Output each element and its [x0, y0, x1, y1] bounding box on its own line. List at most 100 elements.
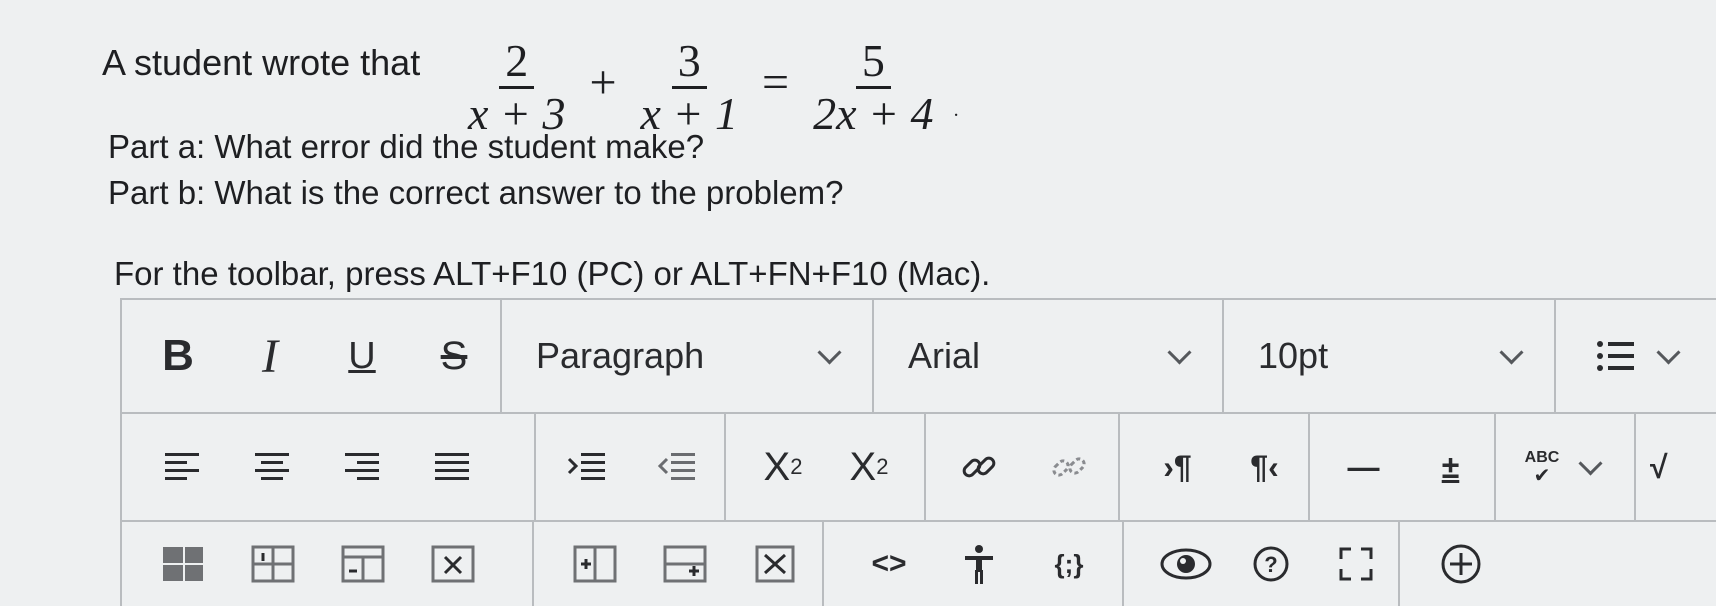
remove-link-button[interactable] — [1024, 414, 1114, 520]
link-icon — [962, 456, 996, 478]
chevron-down-icon[interactable] — [1656, 339, 1681, 365]
font-size-select-value: 10pt — [1258, 335, 1329, 376]
chevron-down-icon[interactable] — [1578, 450, 1603, 476]
table-col-insert-button[interactable] — [318, 522, 408, 606]
fullscreen-button[interactable] — [1313, 522, 1398, 606]
part-a: Part a: What error did the student make? — [108, 128, 705, 165]
italic-button[interactable]: I — [224, 300, 316, 412]
table-add-row-button[interactable] — [640, 522, 730, 606]
check-icon: ✔ — [1533, 465, 1551, 487]
strikethrough-button[interactable]: S — [408, 300, 500, 412]
superscript-base: X — [763, 444, 791, 489]
fraction-3-numerator: 5 — [855, 37, 891, 89]
rtl-button[interactable]: ¶‹ — [1221, 414, 1308, 520]
font-select[interactable]: Arial — [874, 300, 1224, 412]
chevron-down-icon — [817, 339, 842, 365]
toolbar-row-1: B I U S Paragraph Arial 10pt — [122, 300, 1716, 414]
superscript-button[interactable]: X2 — [740, 414, 826, 520]
subscript-base: X — [849, 444, 877, 489]
direction-group: ›¶ ¶‹ — [1120, 414, 1310, 520]
insert-link-button[interactable] — [934, 414, 1024, 520]
equation-period: . — [953, 98, 959, 121]
subscript-script: 2 — [876, 454, 889, 479]
bold-button[interactable]: B — [132, 300, 224, 412]
align-left-icon — [165, 453, 199, 480]
question-lead: A student wrote that — [102, 42, 421, 83]
font-size-select[interactable]: 10pt — [1224, 300, 1556, 412]
equals-operator: = — [762, 55, 790, 109]
unlink-icon — [1052, 457, 1086, 477]
table-delete-button[interactable] — [408, 522, 498, 606]
accessibility-icon — [965, 545, 993, 584]
horizontal-rule-button[interactable]: — — [1320, 414, 1407, 520]
table-insert-col-icon — [341, 545, 385, 583]
paragraph-select-value: Paragraph — [536, 335, 705, 376]
accessibility-button[interactable] — [934, 522, 1024, 606]
table-add-column-button[interactable] — [550, 522, 640, 606]
insert-table-button[interactable] — [138, 522, 228, 606]
question-parts: Part a: What error did the student make?… — [108, 124, 844, 216]
toolbar-row-2: X2 X2 ›¶ ¶‹ — ± ABC ✔ √ — [122, 414, 1716, 522]
math-group: √ — [1636, 414, 1696, 520]
table-group — [122, 522, 534, 606]
part-b: Part b: What is the correct answer to th… — [108, 174, 844, 211]
table-delete-cell-button[interactable] — [730, 522, 820, 606]
script-group: X2 X2 — [726, 414, 926, 520]
html-editor-button[interactable]: <> — [844, 522, 934, 606]
rich-text-editor-toolbar: B I U S Paragraph Arial 10pt X 2 X 2 ›¶ … — [120, 298, 1716, 606]
fraction-1-numerator: 2 — [499, 37, 535, 89]
paragraph-select[interactable]: Paragraph — [502, 300, 874, 412]
preview-button[interactable] — [1144, 522, 1229, 606]
bullet-list-icon — [1597, 341, 1634, 371]
view-group: ? — [1124, 522, 1400, 606]
table-edit-group — [534, 522, 824, 606]
align-right-button[interactable] — [318, 414, 408, 520]
svg-text:?: ? — [1264, 552, 1277, 577]
table-delete-cell-icon — [755, 545, 795, 583]
justify-button[interactable] — [408, 414, 498, 520]
outdent-icon — [657, 453, 695, 480]
superscript-script: 2 — [790, 454, 803, 479]
underline-button[interactable]: U — [316, 300, 408, 412]
table-delete-icon — [431, 545, 475, 583]
table-icon — [163, 547, 203, 581]
table-insert-row-icon — [251, 545, 295, 583]
plus-operator: + — [589, 55, 617, 109]
ltr-button[interactable]: ›¶ — [1134, 414, 1221, 520]
chevron-down-icon — [1499, 339, 1524, 365]
align-center-icon — [255, 453, 289, 480]
embed-code-button[interactable]: {;} — [1024, 522, 1114, 606]
media-group: <> {;} — [824, 522, 1124, 606]
toolbar-row-3: <> {;} ? — [122, 522, 1716, 606]
help-icon: ? — [1253, 546, 1289, 582]
align-center-button[interactable] — [228, 414, 318, 520]
plus-minus-button[interactable]: ± — [1407, 414, 1494, 520]
spellcheck-button[interactable]: ABC ✔ — [1512, 449, 1572, 487]
font-select-value: Arial — [908, 335, 981, 376]
subscript-button[interactable]: X2 — [826, 414, 912, 520]
toolbar-hint: For the toolbar, press ALT+F10 (PC) or A… — [114, 255, 991, 292]
more-options-button[interactable] — [1416, 522, 1506, 606]
table-add-row-icon — [663, 545, 707, 583]
fraction-2-numerator: 3 — [671, 37, 707, 89]
indent-button[interactable] — [542, 414, 632, 520]
eye-icon — [1160, 548, 1212, 580]
align-left-button[interactable] — [138, 414, 228, 520]
alignment-group — [122, 414, 536, 520]
equation-icon[interactable]: √ — [1650, 449, 1668, 486]
chevron-down-icon — [1167, 339, 1192, 365]
bullet-list-button[interactable] — [1586, 338, 1646, 374]
help-button[interactable]: ? — [1229, 522, 1314, 606]
more-group — [1400, 522, 1520, 606]
list-group — [1556, 300, 1716, 412]
plus-circle-icon — [1441, 544, 1481, 584]
table-add-column-icon — [573, 545, 617, 583]
text-format-group: B I U S — [122, 300, 502, 412]
insert-symbol-group: — ± — [1310, 414, 1496, 520]
indent-icon — [567, 453, 605, 480]
spellcheck-group: ABC ✔ — [1496, 414, 1636, 520]
outdent-button[interactable] — [632, 414, 722, 520]
justify-icon — [435, 453, 469, 480]
indent-group — [536, 414, 726, 520]
table-row-insert-button[interactable] — [228, 522, 318, 606]
